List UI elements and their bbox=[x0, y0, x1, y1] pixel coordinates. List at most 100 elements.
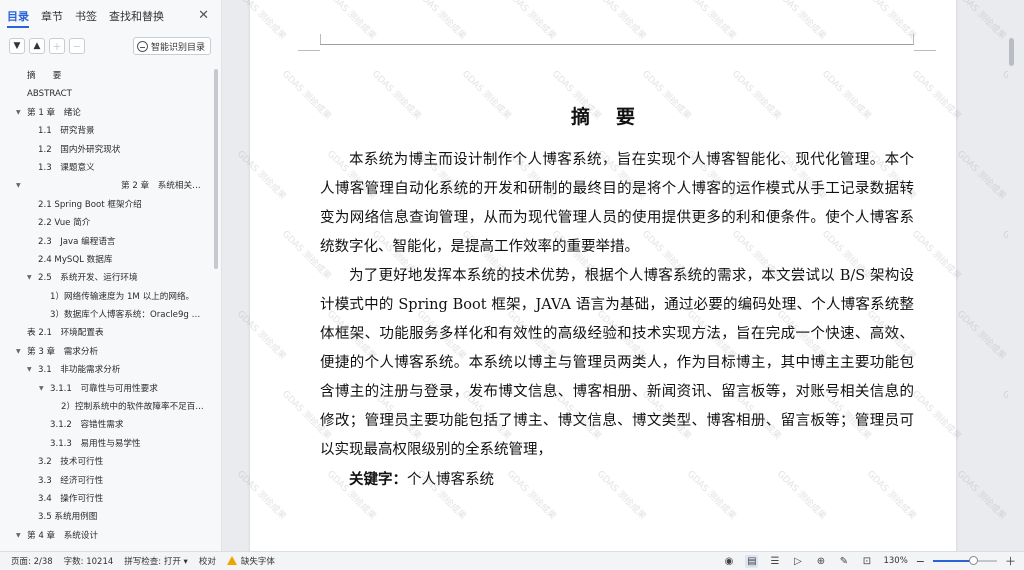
toc-item-label: 3.1 非功能需求分析 bbox=[38, 365, 121, 376]
watermark: GDAS 测绘成果 bbox=[234, 309, 288, 362]
zoom-out-icon[interactable]: − bbox=[916, 555, 925, 568]
tab-toc[interactable]: 目录 bbox=[7, 0, 29, 33]
toc-item[interactable]: 3.4 操作可行性 bbox=[0, 490, 212, 508]
zoom-slider-knob[interactable] bbox=[968, 556, 978, 565]
toc-item[interactable]: 1.2 国内外研究现状 bbox=[0, 141, 212, 159]
toc-item-label: 3.2 技术可行性 bbox=[38, 457, 104, 468]
toc-item[interactable]: 摘 要 bbox=[0, 67, 212, 85]
proofread[interactable]: 校对 bbox=[199, 555, 216, 567]
nav-tabs: 目录 章节 书签 查找和替换 ✕ bbox=[0, 0, 221, 33]
expand-arrow-icon[interactable]: ▼ bbox=[16, 177, 21, 195]
toc-item[interactable]: 2.1 Spring Boot 框架介绍 bbox=[0, 196, 212, 214]
toc-item[interactable]: 3.1.3 易用性与易学性 bbox=[0, 435, 212, 453]
crop-mark bbox=[914, 50, 936, 51]
scroll-thumb[interactable] bbox=[1009, 38, 1014, 66]
toc-item[interactable]: 3）数据库个人博客系统：Oracle9g 或... bbox=[0, 306, 212, 324]
spell-check[interactable]: 拼写检查: 打开 ▾ bbox=[124, 555, 188, 567]
toc-item[interactable]: 3.2 技术可行性 bbox=[0, 453, 212, 471]
watermark: GDAS 测绘成果 bbox=[234, 149, 288, 202]
toc-item[interactable]: ▼ 第 2 章 系统相关技... bbox=[0, 177, 212, 195]
watermark: GDAS 测绘成果 bbox=[864, 0, 918, 42]
warning-icon bbox=[226, 556, 237, 565]
vertical-scrollbar[interactable] bbox=[1008, 0, 1016, 551]
fit-screen-icon[interactable]: ⊡ bbox=[860, 555, 873, 568]
crop-mark bbox=[913, 34, 914, 44]
toc-item[interactable]: 1.3 课题意义 bbox=[0, 159, 212, 177]
keywords-label: 关键字： bbox=[349, 471, 407, 488]
crop-mark bbox=[320, 34, 321, 44]
tab-find-replace[interactable]: 查找和替换 bbox=[109, 0, 164, 33]
chevron-up-icon[interactable]: ▲ bbox=[29, 38, 45, 54]
plus-icon[interactable]: ＋ bbox=[49, 38, 65, 54]
close-icon[interactable]: ✕ bbox=[198, 9, 209, 23]
toc-item-label: 2.1 Spring Boot 框架介绍 bbox=[38, 199, 142, 210]
toc-item-label: 2.5 系统开发、运行环境 bbox=[38, 273, 138, 284]
toc-item[interactable]: ▼ 3.1.1 可靠性与可用性要求 bbox=[0, 380, 212, 398]
smart-toc-icon bbox=[136, 40, 148, 52]
toc-item[interactable]: 2.2 Vue 简介 bbox=[0, 214, 212, 232]
toc-toolbar: ▼ ▲ ＋ － 智能识别目录 bbox=[0, 33, 221, 59]
word-count[interactable]: 字数: 10214 bbox=[64, 555, 114, 567]
toc-item-label: 3.1.1 可靠性与可用性要求 bbox=[50, 383, 158, 394]
expand-arrow-icon[interactable]: ▼ bbox=[16, 527, 21, 545]
toc-item-label: 摘 要 bbox=[27, 71, 62, 81]
page-indicator[interactable]: 页面: 2/38 bbox=[11, 555, 53, 567]
toc-item[interactable]: ▼ 2.5 系统开发、运行环境 bbox=[0, 269, 212, 287]
watermark: GDAS 测绘成果 bbox=[234, 469, 288, 522]
missing-font-label: 缺失字体 bbox=[240, 557, 275, 567]
toc-item[interactable]: 1）网络传输速度为 1M 以上的网络。 bbox=[0, 288, 212, 306]
zoom-in-icon[interactable]: ＋ bbox=[1005, 553, 1016, 569]
document-page[interactable]: 摘要 本系统为博主而设计制作个人博客系统，旨在实现个人博客智能化、现代化管理。本… bbox=[235, 0, 1016, 551]
watermark: GDAS 测绘成果 bbox=[909, 389, 963, 442]
view-controls: ◉ ▤ ☰ ▷ ⊕ ✎ ⊡ 130% − ＋ bbox=[712, 553, 1024, 569]
toc-scrollbar[interactable] bbox=[214, 69, 218, 269]
expand-arrow-icon[interactable]: ▼ bbox=[27, 269, 32, 287]
web-view-icon[interactable]: ⊕ bbox=[814, 555, 827, 568]
expand-arrow-icon[interactable]: ▼ bbox=[27, 361, 32, 379]
toc-item-label: 第 4 章 系统设计 bbox=[27, 530, 99, 541]
toc-item-label: 3.1.3 易用性与易学性 bbox=[50, 438, 141, 449]
toc-item-label: 2）控制系统中的软件故障率不足百... bbox=[61, 402, 204, 413]
smart-toc-button[interactable]: 智能识别目录 bbox=[132, 37, 211, 55]
toc-item[interactable]: 3.3 经济可行性 bbox=[0, 472, 212, 490]
watermark: GDAS 测绘成果 bbox=[774, 0, 828, 42]
eye-icon[interactable]: ◉ bbox=[722, 555, 735, 568]
toc-item[interactable]: 1.1 研究背景 bbox=[0, 122, 212, 140]
chevron-down-icon[interactable]: ▼ bbox=[9, 38, 25, 54]
toc-item[interactable]: ▼ 3.1 非功能需求分析 bbox=[0, 361, 212, 379]
zoom-slider-fill bbox=[933, 560, 973, 562]
minus-icon[interactable]: － bbox=[69, 38, 85, 54]
missing-font[interactable]: 缺失字体 bbox=[226, 555, 275, 567]
pen-icon[interactable]: ✎ bbox=[837, 555, 850, 568]
toc-list: 摘 要 ABSTRACT ▼ 第 1 章 绪论 1.1 研究背景 1.2 国内外研究现状 1… bbox=[0, 67, 212, 551]
toc-item[interactable]: 2）控制系统中的软件故障率不足百... bbox=[0, 398, 212, 416]
toc-item[interactable]: ▼ 第 4 章 系统设计 bbox=[0, 527, 212, 545]
toc-item[interactable]: 2.3 Java 编程语言 bbox=[0, 233, 212, 251]
expand-arrow-icon[interactable]: ▼ bbox=[39, 380, 44, 398]
toc-item-label: 3）数据库个人博客系统：Oracle9g 或... bbox=[50, 310, 209, 321]
toc-item[interactable]: ▼ 第 1 章 绪论 bbox=[0, 104, 212, 122]
watermark: GDAS 测绘成果 bbox=[954, 149, 1008, 202]
tab-bookmarks[interactable]: 书签 bbox=[75, 0, 97, 33]
toc-item[interactable]: 3.5 系统用例图 bbox=[0, 508, 212, 526]
toc-item[interactable]: ▼ 第 3 章 需求分析 bbox=[0, 343, 212, 361]
expand-arrow-icon[interactable]: ▼ bbox=[16, 104, 21, 122]
document-body: 本系统为博主而设计制作个人博客系统，旨在实现个人博客智能化、现代化管理。本个人博… bbox=[320, 146, 914, 495]
zoom-slider[interactable] bbox=[933, 556, 997, 565]
expand-arrow-icon[interactable]: ▼ bbox=[16, 343, 21, 361]
zoom-level[interactable]: 130% bbox=[883, 556, 907, 566]
crop-mark bbox=[298, 50, 320, 51]
play-icon[interactable]: ▷ bbox=[791, 555, 804, 568]
toc-item[interactable]: ABSTRACT bbox=[0, 85, 212, 103]
toc-item[interactable]: 表 2.1 环境配置表 bbox=[0, 324, 212, 342]
watermark: GDAS 测绘成果 bbox=[324, 0, 378, 42]
outline-view-icon[interactable]: ☰ bbox=[768, 555, 781, 568]
page-view-icon[interactable]: ▤ bbox=[745, 554, 759, 568]
toc-item[interactable]: 3.1.2 容错性需求 bbox=[0, 416, 212, 434]
tab-chapters[interactable]: 章节 bbox=[41, 0, 63, 33]
toc-item-label: 3.4 操作可行性 bbox=[38, 493, 104, 504]
toc-item-label: 1.3 课题意义 bbox=[38, 162, 95, 173]
toc-item-label: 第 2 章 系统相关技... bbox=[121, 181, 209, 192]
keywords-line: 关键字：个人博客系统 bbox=[320, 465, 914, 495]
toc-item[interactable]: 2.4 MySQL 数据库 bbox=[0, 251, 212, 269]
